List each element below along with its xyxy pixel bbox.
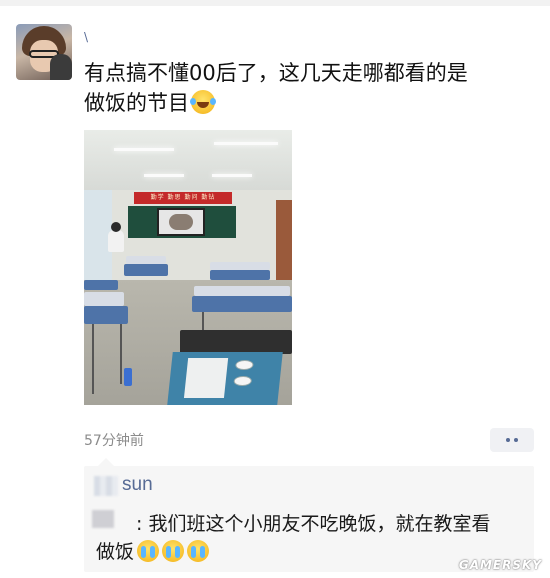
- photo-tv-picture: [169, 214, 193, 230]
- photo-lamp: [144, 174, 184, 177]
- comment-line1: : 我们班这个小朋友不吃晚饭，就在教室看: [136, 513, 491, 535]
- photo-desk-leg: [120, 324, 122, 384]
- post-text-line2: 做饭的节目: [84, 91, 189, 115]
- post-text: 有点搞不懂00后了，这几天走哪都看的是 做饭的节目: [84, 58, 534, 118]
- photo-banner: 勤学 勤思 勤问 勤钻: [134, 192, 232, 204]
- comment-line2: 做饭: [96, 541, 135, 563]
- post-text-line1: 有点搞不懂00后了，这几天走哪都看的是: [84, 61, 468, 85]
- photo-student-head: [111, 222, 121, 232]
- photo-lamp: [212, 174, 252, 177]
- photo-books: [167, 352, 283, 405]
- username[interactable]: \: [84, 30, 88, 44]
- crying-icon: [137, 540, 160, 562]
- comment-section: sun : 我们班这个小朋友不吃晚饭，就在教室看 做饭: [84, 458, 534, 572]
- photo-desk: [84, 306, 128, 324]
- liker-name[interactable]: sun: [122, 474, 153, 496]
- photo-desk: [84, 280, 118, 290]
- photo-desk-top: [84, 292, 124, 306]
- photo-tv: [157, 208, 205, 236]
- photo-lamp: [114, 148, 174, 151]
- photo-desk-top: [210, 262, 270, 270]
- watermark: GAMERSKY: [458, 558, 542, 572]
- post-photo[interactable]: 勤学 勤思 勤问 勤钻: [84, 130, 292, 405]
- crying-icon: [187, 540, 210, 562]
- top-divider: [0, 0, 550, 6]
- crying-icon: [162, 540, 185, 562]
- more-dot-icon: [506, 438, 510, 442]
- more-dot-icon: [514, 438, 518, 442]
- laughing-tears-icon: [190, 90, 216, 114]
- photo-desk: [210, 270, 270, 280]
- photo-plate: [233, 376, 253, 386]
- avatar[interactable]: [16, 24, 72, 80]
- photo-plate: [234, 360, 254, 370]
- liker-avatar-icon: [94, 476, 118, 496]
- more-options-button[interactable]: [490, 428, 534, 452]
- photo-book-page: [183, 358, 229, 398]
- photo-door: [276, 200, 292, 290]
- photo-desk-leg: [92, 324, 94, 394]
- photo-bottle: [124, 368, 132, 386]
- photo-ceiling: [84, 130, 292, 190]
- avatar-cat: [50, 54, 72, 80]
- photo-lamp: [214, 142, 278, 145]
- photo-desk-shadow: [180, 330, 292, 354]
- photo-desk-top: [194, 286, 290, 296]
- post-time: 57分钟前: [84, 433, 144, 449]
- photo-student: [108, 222, 124, 252]
- photo-desk: [192, 296, 292, 312]
- photo-desk: [124, 264, 168, 276]
- photo-desk-top: [126, 256, 166, 264]
